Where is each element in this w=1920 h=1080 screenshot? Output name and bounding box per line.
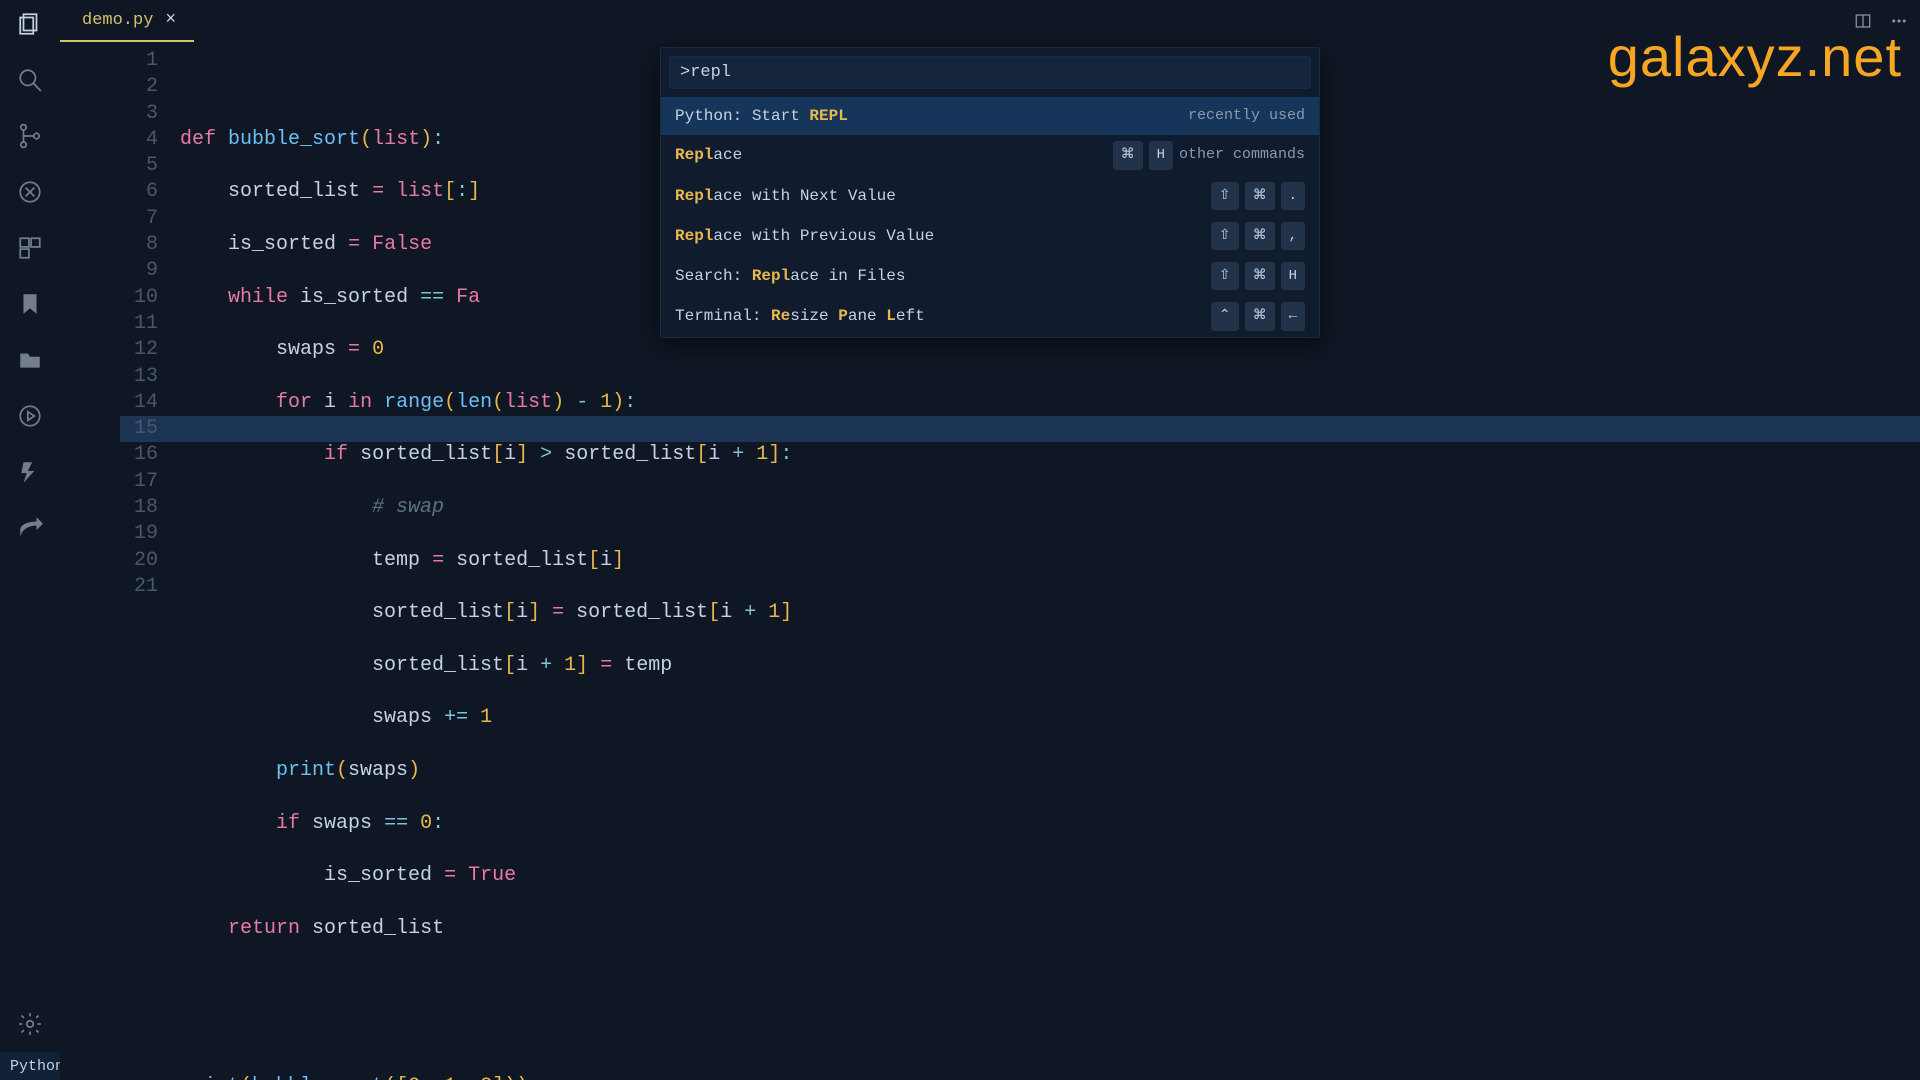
line-gutter: 123456789101112131415161718192021 [60, 42, 180, 1080]
tab-label: demo.py [82, 11, 153, 30]
palette-row[interactable]: Python: Start REPLrecently used [661, 97, 1319, 135]
bookmark-icon[interactable] [16, 290, 44, 318]
folder-icon[interactable] [16, 346, 44, 374]
search-icon[interactable] [16, 66, 44, 94]
palette-row[interactable]: Replace with Previous Value⇧⌘, [661, 216, 1319, 256]
palette-row[interactable]: Search: Replace in Files⇧⌘H [661, 256, 1319, 296]
extensions-icon[interactable] [16, 234, 44, 262]
command-palette-input[interactable] [669, 56, 1311, 89]
code-editor[interactable]: 123456789101112131415161718192021 def bu… [60, 42, 1920, 1080]
project-icon[interactable] [16, 402, 44, 430]
watermark: galaxyz.net [1608, 24, 1902, 89]
activity-bar [0, 0, 60, 1052]
files-icon[interactable] [16, 10, 44, 38]
share-icon[interactable] [16, 514, 44, 542]
tab-demo-py[interactable]: demo.py × [60, 0, 194, 42]
git-icon[interactable] [16, 122, 44, 150]
spark-icon[interactable] [16, 458, 44, 486]
command-palette: Python: Start REPLrecently usedReplace⌘H… [660, 47, 1320, 338]
tab-close-icon[interactable]: × [165, 10, 176, 30]
palette-row[interactable]: Terminal: Resize Pane Left⌃⌘← [661, 296, 1319, 336]
settings-icon[interactable] [16, 1010, 44, 1038]
editor-area: demo.py × 123456789101112131415161718192… [60, 0, 1920, 1052]
palette-row[interactable]: Replace with Next Value⇧⌘. [661, 176, 1319, 216]
debug-icon[interactable] [16, 178, 44, 206]
palette-row[interactable]: Replace⌘Hother commands [661, 135, 1319, 175]
